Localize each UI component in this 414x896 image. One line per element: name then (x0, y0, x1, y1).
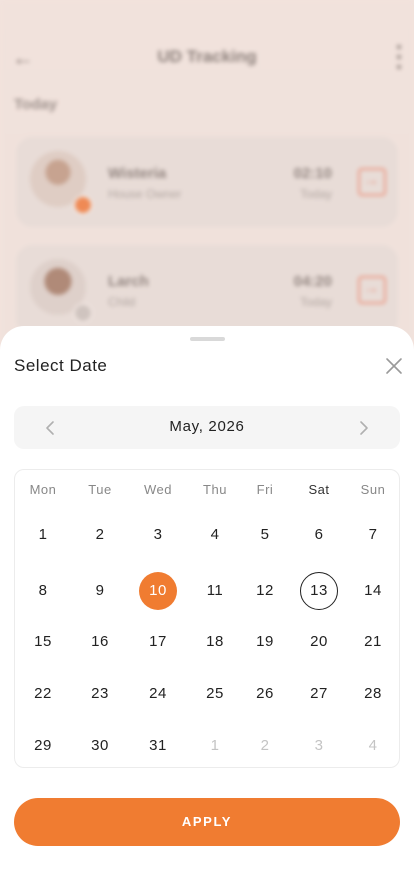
calendar-day[interactable]: 18 (196, 623, 234, 661)
calendar-day[interactable]: 23 (81, 675, 119, 713)
close-button[interactable] (383, 355, 405, 377)
calendar-day[interactable]: 10 (139, 572, 177, 610)
card-time: 04:20 (293, 273, 332, 290)
calendar-day[interactable]: 26 (246, 675, 284, 713)
weekday-label: Wed (144, 482, 172, 497)
background-card: Wisteria House Owner 02:10 Today (16, 137, 398, 227)
calendar-day[interactable]: 6 (300, 516, 338, 554)
calendar-day[interactable]: 4 (196, 516, 234, 554)
weekday-label: Thu (203, 482, 227, 497)
weekday-header: Mon Tue Wed Thu Fri Sat Sun (15, 482, 401, 502)
status-badge (73, 303, 93, 323)
card-name: Wisteria (108, 165, 167, 182)
calendar-day[interactable]: 13 (300, 572, 338, 610)
weekday-label: Sun (360, 482, 386, 497)
calendar-day[interactable]: 15 (24, 623, 62, 661)
chevron-right-icon (360, 421, 368, 435)
apply-button[interactable]: APPLY (14, 798, 400, 846)
logout-icon (358, 168, 386, 196)
calendar-day[interactable]: 19 (246, 623, 284, 661)
calendar-day[interactable]: 12 (246, 572, 284, 610)
calendar-grid: Mon Tue Wed Thu Fri Sat Sun 1 2 3 4 5 6 7 8 9 10 11 12 13 1… (14, 469, 400, 768)
calendar-day[interactable]: 7 (354, 516, 392, 554)
background-card: Larch Child 04:20 Today (16, 245, 398, 335)
calendar-day[interactable]: 17 (139, 623, 177, 661)
status-badge (73, 195, 93, 215)
card-time: 02:10 (293, 165, 332, 182)
calendar-day[interactable]: 27 (300, 675, 338, 713)
calendar-day[interactable]: 24 (139, 675, 177, 713)
calendar-day[interactable]: 9 (81, 572, 119, 610)
weekday-label: Mon (29, 482, 57, 497)
background-title: UD Tracking (157, 47, 257, 66)
sheet-drag-handle[interactable] (190, 337, 225, 341)
card-day: Today (299, 295, 332, 309)
card-role: House Owner (108, 187, 182, 201)
card-role: Child (108, 295, 136, 309)
date-picker-sheet: Select Date May, 2026 Mon Tue Wed Thu Fri Sat… (0, 326, 414, 896)
calendar-day[interactable]: 14 (354, 572, 392, 610)
calendar-day[interactable]: 2 (81, 516, 119, 554)
close-icon (386, 358, 402, 374)
calendar-day[interactable]: 5 (246, 516, 284, 554)
card-day: Today (299, 187, 332, 201)
month-label: May, 2026 (169, 418, 245, 435)
calendar-day[interactable]: 11 (196, 572, 234, 610)
calendar-day[interactable]: 16 (81, 623, 119, 661)
calendar-day[interactable]: 21 (354, 623, 392, 661)
calendar-day[interactable]: 20 (300, 623, 338, 661)
month-navigator: May, 2026 (14, 406, 400, 449)
calendar-day[interactable]: 3 (139, 516, 177, 554)
calendar-day[interactable]: 22 (24, 675, 62, 713)
more-vertical-icon (396, 45, 402, 69)
calendar-day[interactable]: 25 (196, 675, 234, 713)
calendar-day[interactable]: 30 (81, 727, 119, 765)
calendar-day[interactable]: 29 (24, 727, 62, 765)
weekday-label: Tue (88, 482, 112, 497)
calendar-day[interactable]: 2 (246, 727, 284, 765)
calendar-day[interactable]: 1 (196, 727, 234, 765)
calendar-day[interactable]: 31 (139, 727, 177, 765)
weekday-label: Sat (308, 482, 330, 497)
weekday-label: Fri (256, 482, 274, 497)
background-section-label: Today (14, 96, 58, 113)
next-month-button[interactable] (352, 417, 374, 439)
calendar-day[interactable]: 28 (354, 675, 392, 713)
calendar-day[interactable]: 1 (24, 516, 62, 554)
logout-icon (358, 276, 386, 304)
calendar-day[interactable]: 3 (300, 727, 338, 765)
calendar-day[interactable]: 8 (24, 572, 62, 610)
card-name: Larch (108, 273, 149, 290)
calendar-day[interactable]: 4 (354, 727, 392, 765)
background-header: ← UD Tracking (0, 36, 414, 80)
sheet-title: Select Date (14, 356, 108, 375)
